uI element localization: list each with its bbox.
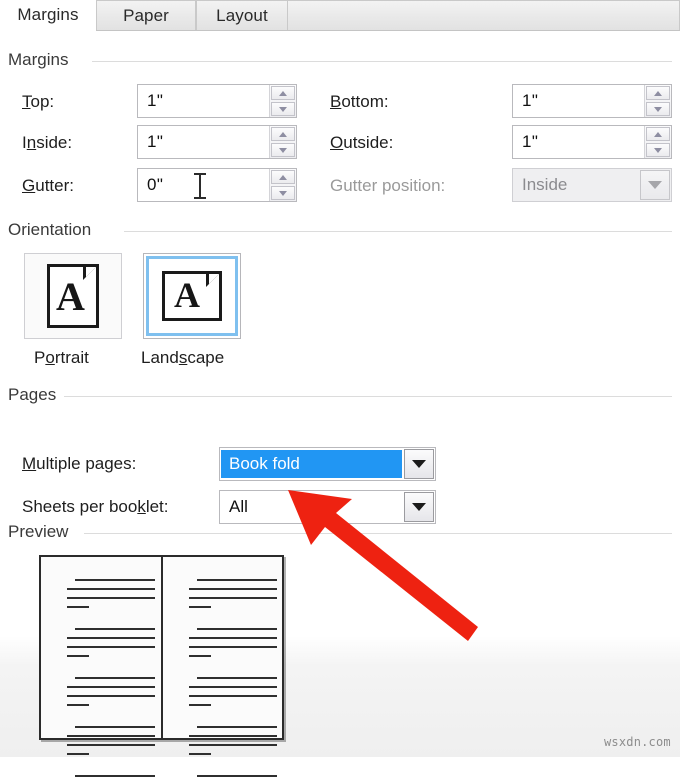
page-setup-dialog: Margins Paper Layout Margins Top: 1" Bot… xyxy=(0,0,680,777)
red-arrow xyxy=(288,490,478,641)
watermark: wsxdn.com xyxy=(604,735,671,749)
